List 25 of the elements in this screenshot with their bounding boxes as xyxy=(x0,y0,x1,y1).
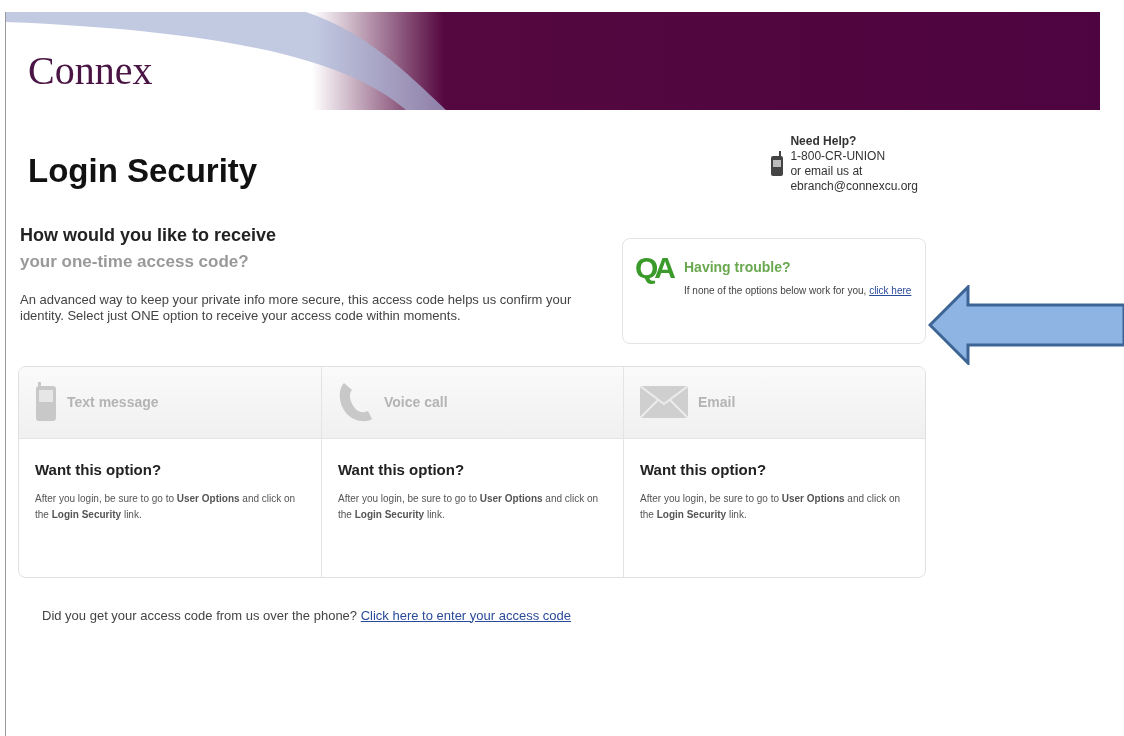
phone-handset-icon xyxy=(338,381,374,423)
access-code-link[interactable]: Click here to enter your access code xyxy=(360,607,571,623)
option-heading: Want this option? xyxy=(35,459,163,480)
logo[interactable]: Connex xyxy=(28,41,153,101)
trouble-text: If none of the options below work for you, click here xyxy=(684,283,912,298)
footer-text: Did you get your access code from us over the phone? Click here to enter your access code xyxy=(42,606,572,625)
option-text: After you login, be sure to go to User Options and click on the Login Security link. xyxy=(338,492,600,522)
help-heading: Need Help? xyxy=(790,134,858,149)
intro-heading: How would you like to receive xyxy=(20,223,278,247)
help-email: ebranch@connexcu.org xyxy=(790,179,918,194)
trouble-link[interactable]: click here xyxy=(869,284,912,296)
qa-icon: QA xyxy=(635,250,672,285)
page-title: Login Security xyxy=(28,151,258,191)
intro-text: An advanced way to keep your private info more secure, this access code helps us confirm your identity. Select just ONE option to receive your access code within moments. xyxy=(20,292,573,324)
trouble-heading: Having trouble? xyxy=(684,257,792,277)
option-text: After you login, be sure to go to User Options and click on the Login Security link. xyxy=(35,492,297,522)
intro-subheading: your one-time access code? xyxy=(20,250,250,273)
mobile-phone-icon xyxy=(770,151,785,177)
help-email-label: or email us at xyxy=(790,164,864,179)
help-phone: 1-800-CR-UNION xyxy=(790,149,887,164)
mobile-phone-icon xyxy=(35,382,57,422)
option-text: After you login, be sure to go to User Options and click on the Login Security link. xyxy=(640,492,902,522)
option-heading: Want this option? xyxy=(338,459,466,480)
option-heading: Want this option? xyxy=(640,459,768,480)
envelope-icon xyxy=(640,386,688,418)
